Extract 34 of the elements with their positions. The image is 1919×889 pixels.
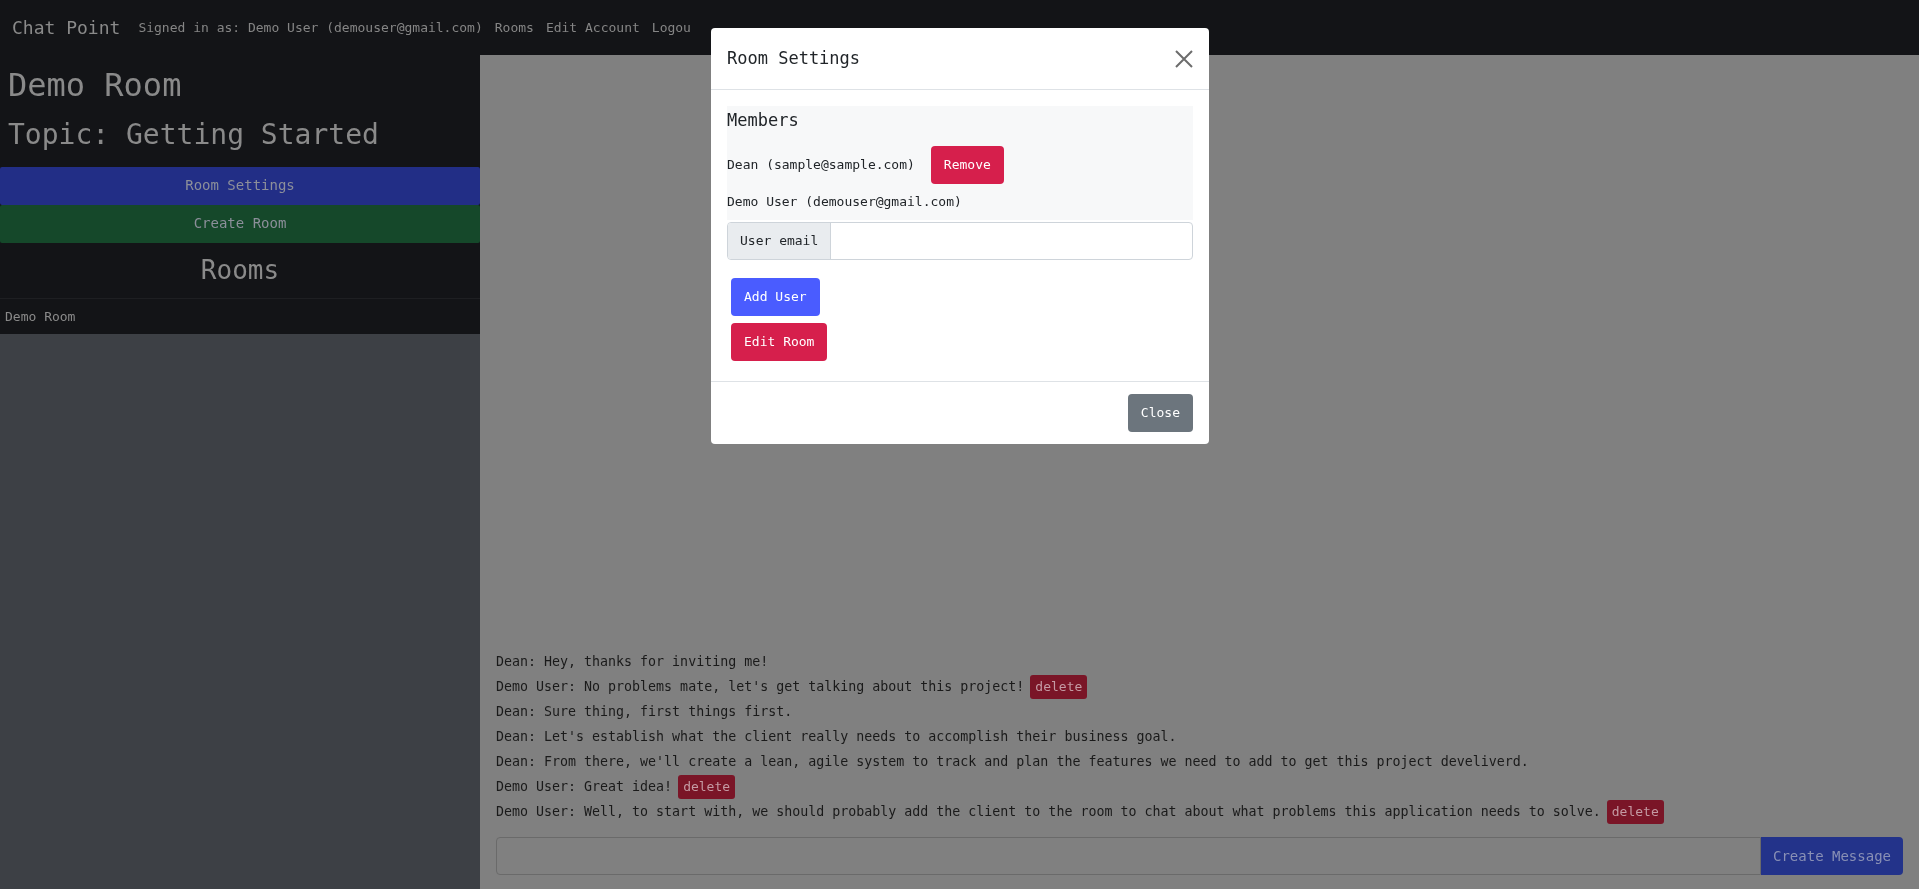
member-label: Demo User (demouser@gmail.com) [727,193,962,212]
delete-button[interactable]: delete [678,774,736,799]
sidebar-button[interactable]: Room Settings [0,167,480,205]
room-list-item[interactable]: Demo Room [0,299,480,334]
rooms-heading: Rooms [0,243,480,299]
dialog-title: Room Settings [727,46,861,70]
delete-button[interactable]: delete [1030,674,1088,699]
signed-in-text: Signed in as: Demo User (demouser@gmail.com) [138,18,483,37]
remove-button[interactable]: Remove [930,146,1004,184]
message-input[interactable] [496,837,1761,875]
user-email-field[interactable]: User email [727,222,1193,260]
close-button[interactable]: Close [1127,394,1193,432]
chat-message: Demo User: Great idea! [496,777,673,796]
chat-message: Dean: Let's establish what the client really needs to accomplish their business goal. [496,727,1177,746]
chat-message: Dean: From there, we'll create a lean, agile system to track and plan the features we need to add to get this project develiverd. [496,752,1529,771]
create-message-button[interactable]: Create Message [1761,837,1903,875]
member-label: Dean (sample@sample.com) [727,156,915,175]
brand-title[interactable]: Chat Point [12,14,121,41]
dialog-action-button[interactable]: Add User [731,278,820,316]
chat-message: Demo User: Well, to start with, we should probably add the client to the room to chat about what problems this application needs to solve. [496,802,1601,821]
chat-message: Demo User: No problems mate, let's get talking about this project! [496,677,1025,696]
field-label: User email [728,223,832,259]
members-heading: Members [727,109,800,132]
room-title: Demo Room [7,65,183,106]
nav-link[interactable]: Rooms [494,17,534,38]
nav-link[interactable]: Edit Account [545,17,640,38]
delete-button[interactable]: delete [1606,799,1664,824]
dialog-action-button[interactable]: Edit Room [731,323,828,361]
chat-message: Dean: Hey, thanks for inviting me! [496,652,769,671]
sidebar-button[interactable]: Create Room [0,205,480,243]
room-topic: Topic: Getting Started [7,116,380,153]
chat-message: Dean: Sure thing, first things first. [496,702,793,721]
close-icon[interactable] [1175,49,1193,68]
nav-link[interactable]: Logou [651,17,691,38]
